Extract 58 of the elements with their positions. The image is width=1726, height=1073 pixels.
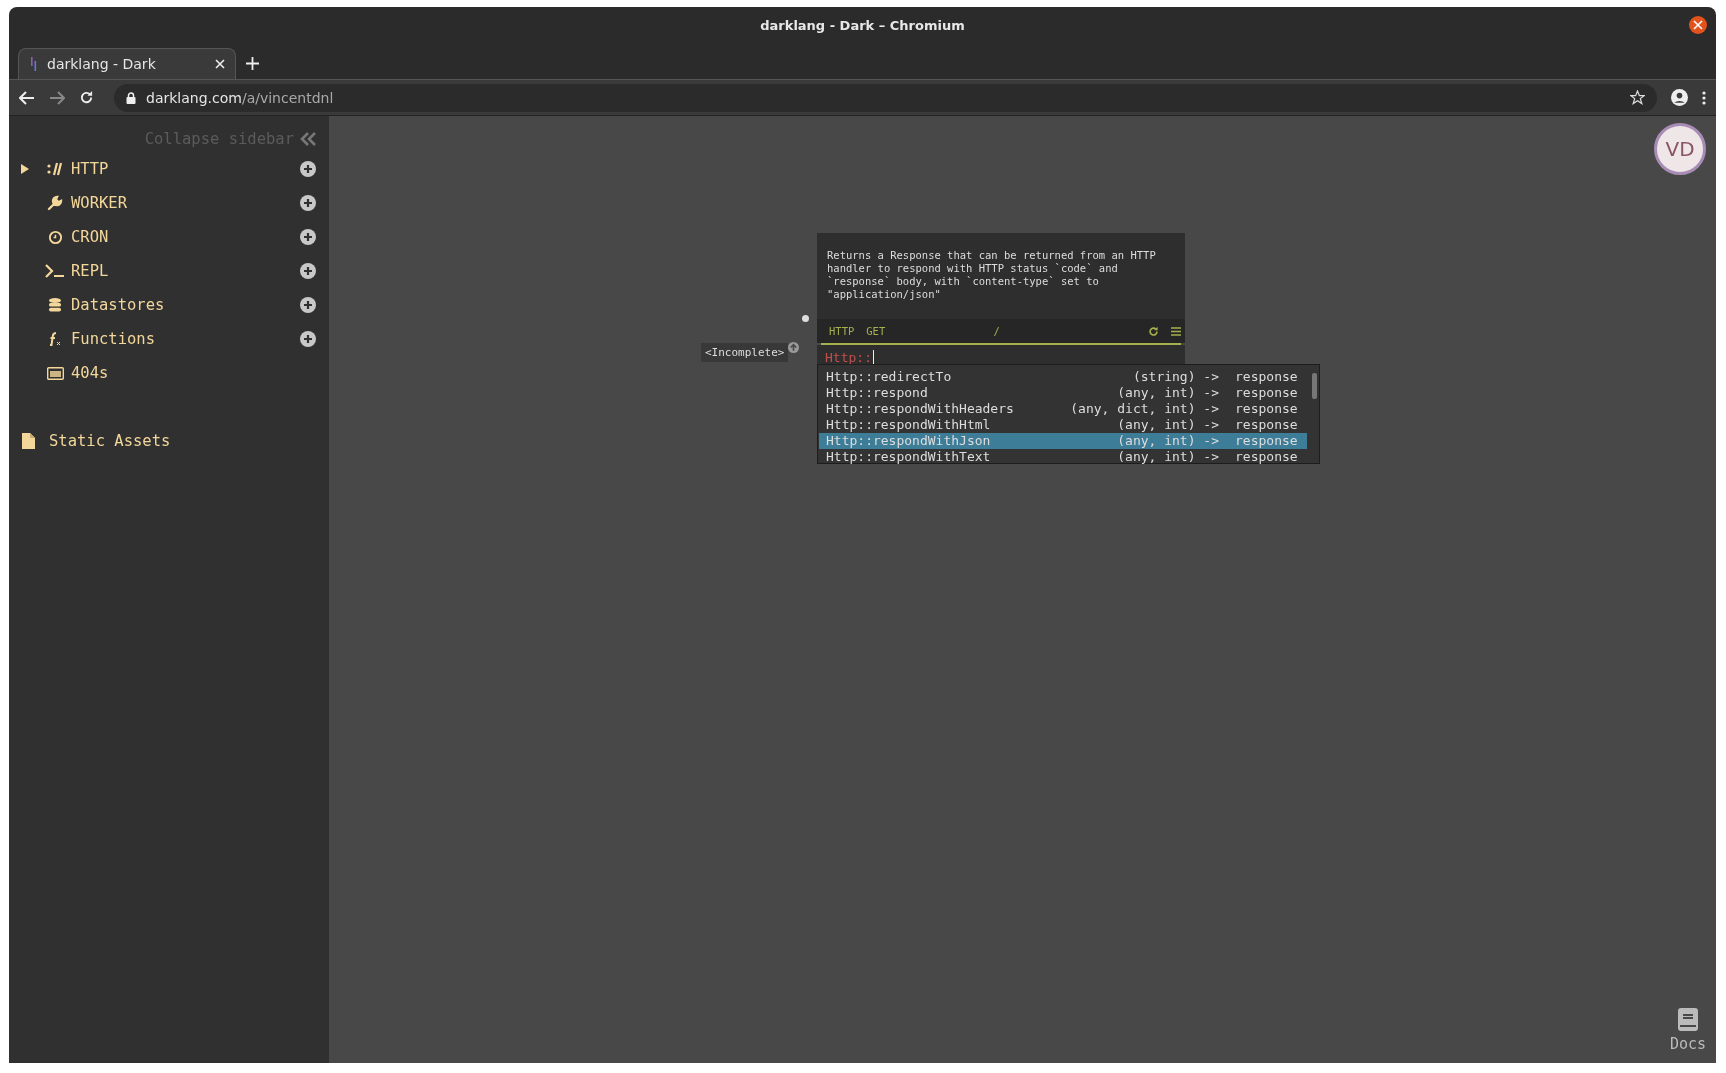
scrollbar[interactable]	[1312, 373, 1317, 399]
static-assets-label[interactable]: Static Assets	[49, 432, 171, 450]
sidebar-category[interactable]: CRON	[71, 228, 300, 246]
star-icon[interactable]	[1630, 90, 1645, 105]
browser-window-icon	[46, 366, 64, 380]
menu-icon[interactable]	[1702, 90, 1706, 105]
autocomplete-item[interactable]: Http::respondWithHtml (any, int) -> response	[819, 417, 1307, 433]
autocomplete-item[interactable]: Http::respondWithHeaders (any, dict, int) -> response	[819, 401, 1307, 417]
refresh-icon[interactable]	[1148, 325, 1159, 337]
handler-method: GET	[866, 325, 886, 337]
new-tab-icon[interactable]	[246, 57, 259, 70]
caret-right-icon[interactable]	[20, 164, 30, 174]
handler-space: HTTP	[829, 325, 855, 337]
add-icon[interactable]	[300, 263, 316, 279]
handler-dot	[802, 315, 809, 322]
sidebar-category[interactable]: REPL	[71, 262, 300, 280]
clock-icon	[47, 229, 63, 245]
autocomplete-item[interactable]: Http::redirectTo (string) -> response	[819, 369, 1307, 385]
autocomplete-item[interactable]: Http::respond (any, int) -> response	[819, 385, 1307, 401]
account-icon[interactable]	[1671, 89, 1688, 106]
sidebar-category[interactable]: Datastores	[71, 296, 300, 314]
function-description: Returns a Response that can be returned from an HTTP handler to respond with HTTP status `code` and `response` body, with `content-type` set to "application/json"	[817, 233, 1185, 319]
close-tab-icon[interactable]	[215, 59, 225, 69]
add-icon[interactable]	[300, 297, 316, 313]
wrench-icon	[47, 195, 63, 211]
add-icon[interactable]	[300, 195, 316, 211]
function-icon	[47, 331, 63, 347]
sidebar-category[interactable]: WORKER	[71, 194, 300, 212]
add-icon[interactable]	[300, 161, 316, 177]
arrow-up-icon[interactable]	[788, 342, 799, 353]
database-icon	[48, 298, 62, 312]
double-chevron-icon	[300, 131, 317, 147]
sidebar-category[interactable]: 404s	[71, 364, 316, 382]
address-bar[interactable]: darklang.com/a/vincentdnl	[114, 83, 1657, 112]
url-path: /a/vincentdnl	[241, 89, 334, 106]
slashes-icon	[47, 162, 63, 176]
terminal-icon	[45, 264, 65, 278]
docs-button[interactable]: Docs	[1669, 1008, 1706, 1053]
sidebar-category[interactable]: Functions	[71, 330, 300, 348]
file-icon	[22, 433, 35, 449]
forward-icon[interactable]	[49, 90, 65, 105]
book-icon	[1677, 1008, 1698, 1031]
back-icon[interactable]	[19, 90, 35, 105]
handler-route: /	[993, 325, 1000, 337]
lock-icon	[126, 91, 136, 104]
add-icon[interactable]	[300, 229, 316, 245]
window-title: darklang - Dark – Chromium	[760, 18, 965, 33]
browser-tab[interactable]: darklang - Dark	[18, 48, 236, 79]
url-host: darklang.com	[146, 89, 242, 106]
add-icon[interactable]	[300, 331, 316, 347]
menu-icon[interactable]	[1171, 326, 1181, 336]
sidebar-category[interactable]: HTTP	[71, 160, 300, 178]
incomplete-value: <Incomplete>	[701, 343, 789, 362]
autocomplete-item[interactable]: Http::respondWithText (any, int) -> response	[819, 449, 1307, 465]
favicon-icon	[31, 57, 37, 71]
user-avatar[interactable]: VD	[1654, 123, 1706, 175]
reload-icon[interactable]	[79, 90, 94, 105]
close-window-icon[interactable]	[1689, 16, 1707, 34]
